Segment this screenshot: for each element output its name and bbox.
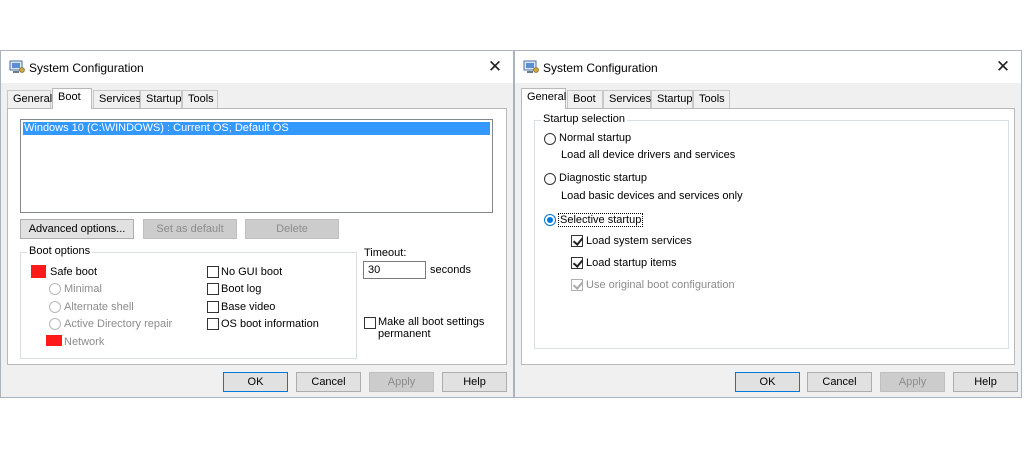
tab-services[interactable]: Services — [93, 90, 141, 108]
tab-tools[interactable]: Tools — [693, 90, 730, 108]
system-config-window-boot: System Configuration ✕ General Boot Serv… — [0, 50, 514, 398]
dialog-client-area: General Boot Services Startup Tools Star… — [515, 83, 1021, 397]
set-as-default-button[interactable]: Set as default — [143, 219, 237, 239]
network-radio-redacted[interactable] — [46, 335, 62, 346]
ok-button[interactable]: OK — [735, 372, 800, 392]
app-icon — [523, 60, 539, 73]
dialog-client-area: General Boot Services Startup Tools Wind… — [1, 83, 513, 397]
alternate-shell-label: Alternate shell — [64, 301, 134, 313]
window-title: System Configuration — [29, 61, 144, 75]
selective-startup-radio[interactable] — [544, 214, 556, 226]
load-system-services-checkbox[interactable] — [571, 235, 583, 247]
no-gui-boot-label: No GUI boot — [221, 266, 283, 278]
close-icon: ✕ — [487, 57, 503, 77]
tab-general[interactable]: General — [7, 90, 52, 108]
tab-boot[interactable]: Boot — [567, 90, 603, 108]
base-video-label: Base video — [221, 301, 276, 313]
load-system-services-label: Load system services — [586, 235, 692, 247]
use-original-boot-config-label: Use original boot configuration — [586, 279, 735, 291]
load-startup-items-checkbox[interactable] — [571, 257, 583, 269]
tab-tools[interactable]: Tools — [182, 90, 218, 108]
ad-repair-radio[interactable] — [49, 318, 61, 330]
general-tab-panel: Startup selection Normal startup Load al… — [521, 108, 1015, 365]
apply-button[interactable]: Apply — [880, 372, 945, 392]
help-button[interactable]: Help — [442, 372, 507, 392]
alternate-shell-radio[interactable] — [49, 301, 61, 313]
network-label: Network — [64, 336, 105, 348]
tab-startup[interactable]: Startup — [651, 90, 693, 108]
normal-startup-radio[interactable] — [544, 133, 556, 145]
close-button[interactable]: ✕ — [991, 55, 1015, 79]
os-boot-info-label: OS boot information — [221, 318, 319, 330]
tab-services[interactable]: Services — [603, 90, 651, 108]
timeout-label: Timeout: — [364, 247, 407, 259]
apply-button[interactable]: Apply — [369, 372, 434, 392]
diagnostic-startup-description: Load basic devices and services only — [561, 190, 743, 202]
base-video-checkbox[interactable] — [207, 301, 219, 313]
timeout-unit-label: seconds — [430, 264, 471, 276]
window-title: System Configuration — [543, 61, 658, 75]
diagnostic-startup-radio[interactable] — [544, 173, 556, 185]
ad-repair-label: Active Directory repair — [64, 318, 173, 330]
title-bar: System Configuration ✕ — [515, 51, 1021, 83]
ok-button[interactable]: OK — [223, 372, 288, 392]
selective-startup-label: Selective startup — [558, 213, 644, 227]
normal-startup-label: Normal startup — [559, 132, 632, 144]
safe-boot-checkbox-redacted[interactable] — [31, 265, 46, 278]
boot-options-title: Boot options — [27, 245, 93, 257]
close-icon: ✕ — [995, 57, 1011, 77]
boot-log-checkbox[interactable] — [207, 283, 219, 295]
cancel-button[interactable]: Cancel — [807, 372, 872, 392]
boot-options-group: Boot options Safe boot Minimal Alternate… — [20, 245, 357, 359]
tab-general[interactable]: General — [521, 88, 566, 109]
os-listbox[interactable]: Windows 10 (C:\WINDOWS) : Current OS; De… — [20, 119, 493, 213]
os-boot-info-checkbox[interactable] — [207, 318, 219, 330]
delete-button[interactable]: Delete — [245, 219, 339, 239]
minimal-label: Minimal — [64, 283, 102, 295]
os-list-item[interactable]: Windows 10 (C:\WINDOWS) : Current OS; De… — [23, 122, 490, 135]
normal-startup-description: Load all device drivers and services — [561, 149, 736, 161]
make-permanent-label-line1: Make all boot settings — [378, 316, 485, 328]
startup-selection-title: Startup selection — [541, 113, 627, 125]
diagnostic-startup-label: Diagnostic startup — [559, 172, 648, 184]
cancel-button[interactable]: Cancel — [296, 372, 361, 392]
title-bar: System Configuration ✕ — [1, 51, 513, 83]
boot-log-label: Boot log — [221, 283, 262, 295]
safe-boot-label: Safe boot — [50, 266, 98, 278]
help-button[interactable]: Help — [953, 372, 1018, 392]
minimal-radio[interactable] — [49, 283, 61, 295]
close-button[interactable]: ✕ — [483, 55, 507, 79]
timeout-input[interactable]: 30 — [363, 261, 426, 279]
make-permanent-label-line2: permanent — [378, 328, 431, 340]
use-original-boot-config-checkbox[interactable] — [571, 279, 583, 291]
tab-startup[interactable]: Startup — [140, 90, 182, 108]
boot-tab-panel: Windows 10 (C:\WINDOWS) : Current OS; De… — [7, 108, 507, 365]
system-config-window-general: System Configuration ✕ General Boot Serv… — [514, 50, 1022, 398]
make-permanent-checkbox[interactable] — [364, 317, 376, 329]
load-startup-items-label: Load startup items — [586, 257, 677, 269]
tab-boot[interactable]: Boot — [52, 88, 92, 109]
app-icon — [9, 60, 25, 73]
no-gui-boot-checkbox[interactable] — [207, 266, 219, 278]
startup-selection-group: Startup selection Normal startup Load al… — [534, 113, 1009, 349]
advanced-options-button[interactable]: Advanced options... — [20, 219, 134, 239]
